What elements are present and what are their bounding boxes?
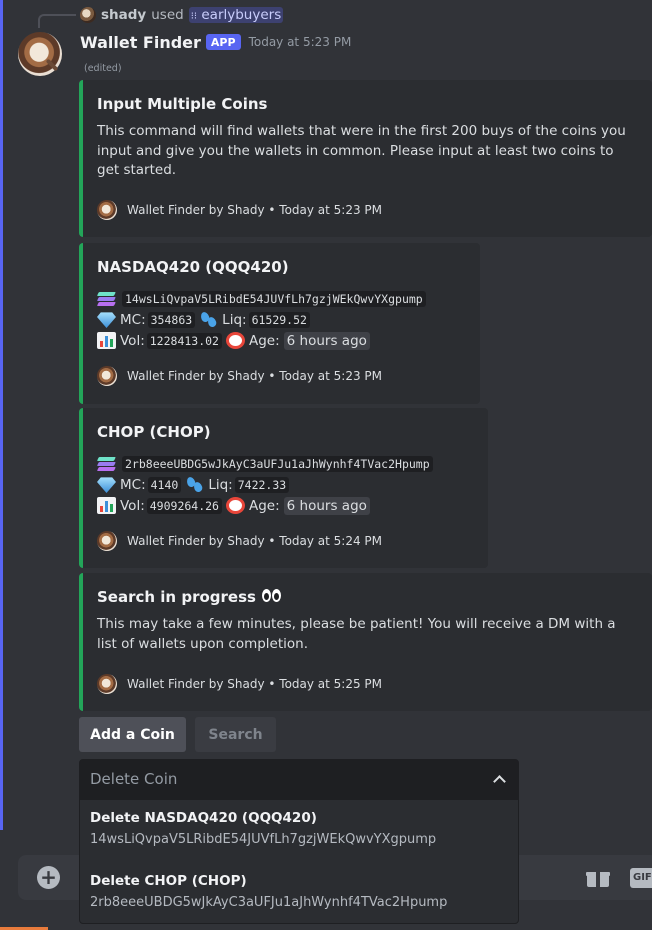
vol-age-line: Vol: 1228413.02 Age: 6 hours ago — [97, 330, 464, 351]
bot-icon — [97, 674, 117, 694]
coin-address: 14wsLiQvpaV5LRibdE54JUVfLh7gzjWEkQwvYXgp… — [122, 290, 426, 307]
option-description: 2rb8eeeUBDG5wJkAyC3aUFJu1aJhWynhf4TVac2H… — [90, 895, 448, 910]
select-option-delete-nasdaq420[interactable]: Delete NASDAQ420 (QQQ420) 14wsLiQvpaV5LR… — [90, 810, 436, 847]
message-timestamp[interactable]: Today at 5:23 PM — [249, 35, 352, 49]
option-label: Delete CHOP (CHOP) — [90, 873, 247, 889]
bot-icon — [97, 366, 117, 386]
reply-header: shady used ⁝⁝ earlybuyers — [80, 5, 284, 25]
footer-text: Wallet Finder by Shady • Today at 5:24 P… — [127, 534, 383, 548]
droplets-icon — [199, 310, 218, 329]
gif-button[interactable]: GIF — [630, 868, 652, 888]
mc-value: 354863 — [147, 311, 196, 328]
age-value: 6 hours ago — [283, 331, 370, 350]
embed-coin-nasdaq420: NASDAQ420 (QQQ420) 14wsLiQvpaV5LRibdE54J… — [79, 243, 480, 404]
select-placeholder: Delete Coin — [90, 770, 178, 788]
coin-address: 2rb8eeeUBDG5wJkAyC3aUFJu1aJhWynhf4TVac2H… — [122, 455, 433, 472]
liq-value: 7422.33 — [234, 476, 290, 493]
edited-label: (edited) — [84, 63, 122, 74]
embed-description: This may take a few minutes, please be p… — [97, 616, 616, 652]
address-line: 14wsLiQvpaV5LRibdE54JUVfLh7gzjWEkQwvYXgp… — [97, 288, 464, 309]
embed-title: Search in progress — [97, 587, 636, 607]
mc-liq-line: MC: 4140 Liq: 7422.33 — [97, 474, 472, 495]
slash-command-mention[interactable]: ⁝⁝ earlybuyers — [188, 7, 284, 23]
add-attachment-icon[interactable]: + — [37, 866, 60, 889]
bot-icon — [97, 531, 117, 551]
embed-footer: Wallet Finder by Shady • Today at 5:25 P… — [97, 674, 382, 694]
author-avatar[interactable] — [18, 32, 62, 76]
select-option-delete-chop[interactable]: Delete CHOP (CHOP) 2rb8eeeUBDG5wJkAyC3aU… — [90, 873, 447, 910]
mc-liq-line: MC: 354863 Liq: 61529.52 — [97, 309, 464, 330]
embed-footer: Wallet Finder by Shady • Today at 5:23 P… — [97, 200, 382, 220]
eyes-icon — [261, 589, 283, 603]
age-value: 6 hours ago — [283, 496, 370, 515]
embed-title-text: Search in progress — [97, 588, 256, 606]
embed-search-progress: Search in progress This may take a few m… — [79, 573, 652, 711]
mention-highlight-bar — [0, 0, 3, 830]
liq-value: 61529.52 — [248, 311, 310, 328]
option-description: 14wsLiQvpaV5LRibdE54JUVfLh7gzjWEkQwvYXgp… — [90, 832, 437, 847]
vol-label: Vol: — [120, 332, 145, 349]
age-label: Age: — [249, 497, 280, 514]
footer-text: Wallet Finder by Shady • Today at 5:25 P… — [127, 677, 383, 691]
reply-avatar[interactable] — [80, 7, 96, 23]
mc-value: 4140 — [147, 476, 182, 493]
embed-footer: Wallet Finder by Shady • Today at 5:23 P… — [97, 366, 382, 386]
vol-value: 1228413.02 — [146, 332, 222, 349]
gem-icon — [97, 312, 116, 328]
vol-age-line: Vol: 4909264.26 Age: 6 hours ago — [97, 495, 472, 516]
alarm-clock-icon — [226, 332, 245, 349]
bar-chart-icon — [97, 497, 116, 514]
embed-title: Input Multiple Coins — [97, 95, 268, 113]
author-name[interactable]: Wallet Finder — [80, 33, 201, 52]
age-label: Age: — [249, 332, 280, 349]
mc-label: MC: — [120, 476, 146, 493]
reply-action: used — [151, 7, 184, 23]
solana-icon — [97, 290, 116, 307]
command-icon: ⁝⁝ — [190, 11, 198, 22]
address-line: 2rb8eeeUBDG5wJkAyC3aUFJu1aJhWynhf4TVac2H… — [97, 453, 472, 474]
search-button[interactable]: Search — [195, 717, 276, 752]
droplets-icon — [185, 475, 204, 494]
embed-input-coins: Input Multiple Coins This command will f… — [79, 80, 652, 237]
vol-label: Vol: — [120, 497, 145, 514]
embed-title: CHOP (CHOP) — [97, 423, 211, 441]
reply-username[interactable]: shady — [101, 7, 146, 23]
mc-label: MC: — [120, 311, 146, 328]
embed-coin-chop: CHOP (CHOP) 2rb8eeeUBDG5wJkAyC3aUFJu1aJh… — [79, 408, 488, 568]
liq-label: Liq: — [208, 476, 233, 493]
reply-connector — [38, 14, 76, 28]
command-name: earlybuyers — [201, 7, 282, 23]
embed-footer: Wallet Finder by Shady • Today at 5:24 P… — [97, 531, 382, 551]
gem-icon — [97, 477, 116, 493]
add-coin-button[interactable]: Add a Coin — [79, 717, 186, 752]
liq-label: Liq: — [222, 311, 247, 328]
alarm-clock-icon — [226, 497, 245, 514]
embed-description: This command will find wallets that were… — [97, 123, 626, 178]
gift-icon[interactable] — [586, 867, 610, 887]
solana-icon — [97, 455, 116, 472]
footer-text: Wallet Finder by Shady • Today at 5:23 P… — [127, 369, 383, 383]
vol-value: 4909264.26 — [146, 497, 222, 514]
message-header: Wallet Finder APP Today at 5:23 PM — [80, 32, 351, 52]
chevron-up-icon[interactable] — [493, 774, 506, 788]
delete-coin-select[interactable]: Delete Coin — [79, 759, 519, 799]
embed-title: NASDAQ420 (QQQ420) — [97, 258, 289, 276]
app-badge: APP — [205, 34, 241, 50]
option-label: Delete NASDAQ420 (QQQ420) — [90, 810, 317, 826]
select-dropdown: Delete NASDAQ420 (QQQ420) 14wsLiQvpaV5LR… — [79, 799, 519, 924]
bot-icon — [97, 200, 117, 220]
footer-text: Wallet Finder by Shady • Today at 5:23 P… — [127, 203, 383, 217]
bar-chart-icon — [97, 332, 116, 349]
